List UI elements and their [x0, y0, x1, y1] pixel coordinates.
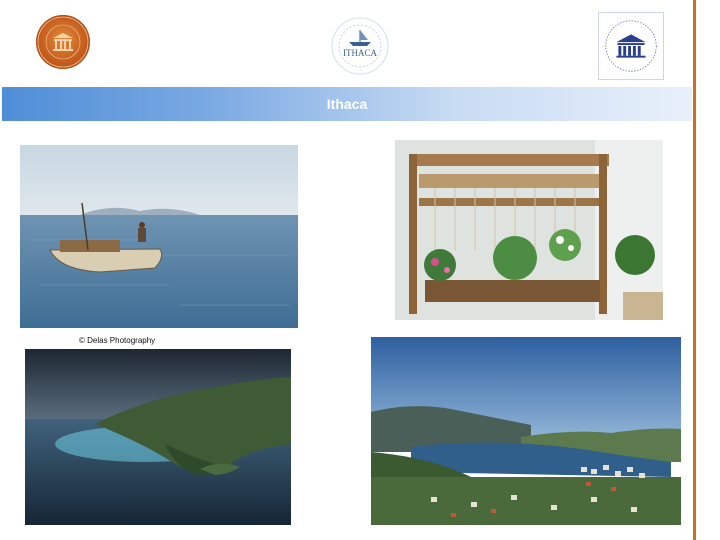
society-seal-icon — [36, 15, 90, 69]
title-band: Ithaca — [2, 87, 692, 121]
right-border-rule — [693, 0, 696, 540]
photo-harbor-town — [371, 337, 681, 525]
slide-title: Ithaca — [326, 96, 368, 112]
photo-credit: © Delas Photography — [79, 336, 156, 345]
journey-to-ithaca-logo-icon: ITHACA — [330, 16, 390, 76]
logo-word: ITHACA — [343, 48, 377, 58]
unesco-logo-icon — [598, 12, 664, 80]
photo-fisherman-boat — [20, 145, 298, 328]
photo-loom-with-flowers — [395, 140, 663, 320]
photo-aerial-island — [25, 349, 291, 525]
